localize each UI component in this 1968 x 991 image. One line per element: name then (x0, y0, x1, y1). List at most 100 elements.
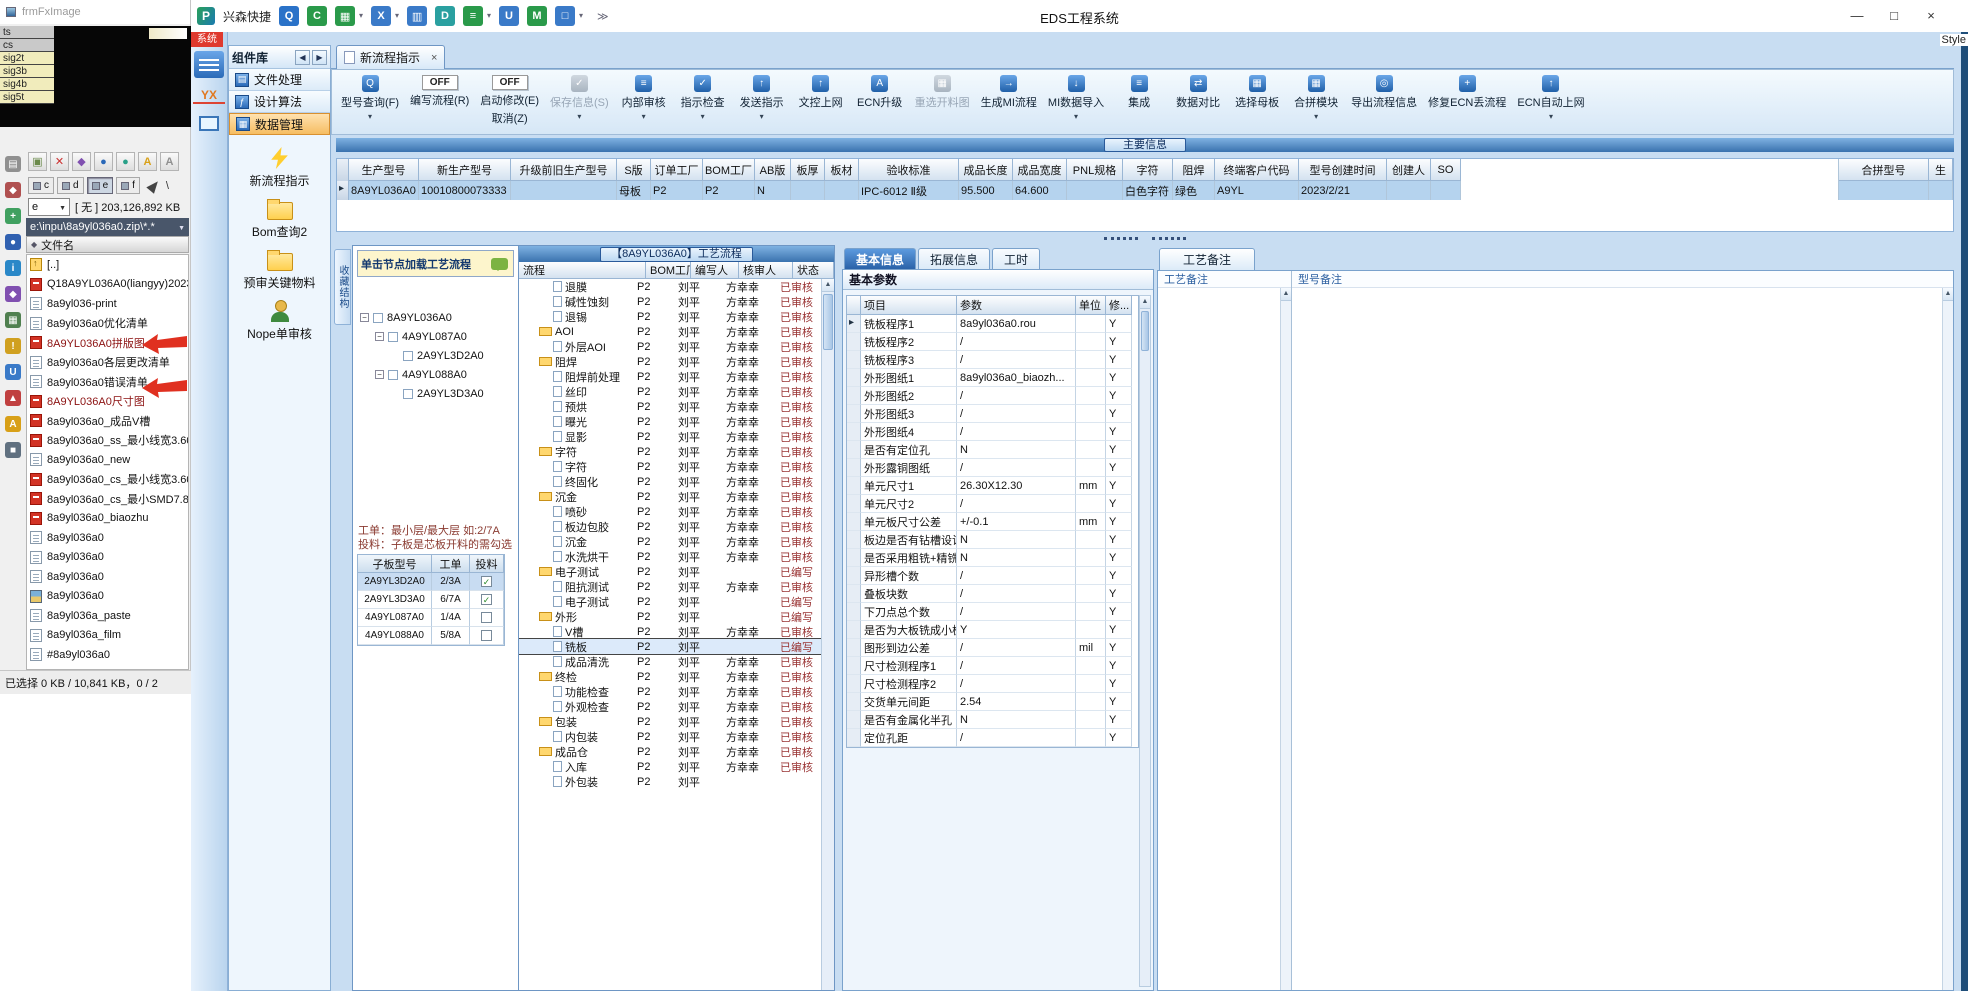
filename-column-header[interactable]: 文件名 (26, 236, 189, 253)
feed-checkbox[interactable] (481, 630, 492, 641)
file-row[interactable]: 8a9yl036a_paste (27, 606, 188, 626)
column-header[interactable]: PNL规格 (1067, 159, 1123, 181)
layer-item[interactable]: sig5t (0, 91, 54, 104)
flow-row[interactable]: 丝印 P2 刘平 方幸幸 已审核 (519, 384, 821, 399)
tab-new-flow-instruction[interactable]: 新流程指示 × (336, 45, 446, 69)
file-row[interactable]: 8a9yl036a0_biaozhu (27, 509, 188, 529)
flow-row[interactable]: 成品清洗 P2 刘平 方幸幸 已审核 (519, 654, 821, 669)
subboard-row[interactable]: 4A9YL087A0 1/4A (358, 609, 504, 627)
line-tool-icon[interactable]: \ (166, 180, 169, 192)
file-row[interactable]: [..] (27, 255, 188, 275)
sidebar-tool-item[interactable]: Nope单审核 (229, 300, 330, 342)
flow-row[interactable]: V槽 P2 刘平 方幸幸 已审核 (519, 624, 821, 639)
quick-toolbar-icon[interactable]: C (307, 6, 328, 26)
toolbar-icon[interactable]: ✕ (50, 152, 69, 171)
ribbon-button[interactable]: ≡ 集成 (1110, 73, 1168, 123)
sidebar-tool-item[interactable]: 新流程指示 (229, 147, 330, 189)
flow-row[interactable]: 电子测试 P2 刘平 已编写 (519, 594, 821, 609)
column-header[interactable]: 成品长度 (959, 159, 1013, 181)
chevron-down-icon[interactable] (760, 112, 764, 121)
parameter-row[interactable]: 是否有定位孔 N Y (847, 441, 1138, 459)
vertical-scrollbar[interactable]: ▲ (821, 279, 834, 990)
feed-checkbox[interactable] (481, 612, 492, 623)
chevron-down-icon[interactable] (642, 112, 646, 121)
tree-node[interactable]: 8A9YL036A0 (356, 308, 515, 327)
flow-row[interactable]: 外形 P2 刘平 已编写 (519, 609, 821, 624)
subboard-row[interactable]: 2A9YL3D2A0 2/3A (358, 573, 504, 591)
quick-toolbar-icon[interactable]: ≡ (463, 6, 491, 26)
toggle-off-switch[interactable]: OFF (491, 75, 528, 90)
layer-item[interactable]: sig3b (0, 65, 54, 78)
sidebar-group-item[interactable]: ▦ 数据管理 (229, 113, 330, 135)
flow-row[interactable]: 板边包胶 P2 刘平 方幸幸 已审核 (519, 519, 821, 534)
subboard-row[interactable]: 4A9YL088A0 5/8A (358, 627, 504, 645)
parameter-row[interactable]: 图形到边公差 / mil Y (847, 639, 1138, 657)
flow-row[interactable]: 入库 P2 刘平 方幸幸 已审核 (519, 759, 821, 774)
column-header[interactable]: 流程 (519, 262, 646, 279)
monitor-icon[interactable] (199, 116, 219, 131)
flow-row[interactable]: 显影 P2 刘平 方幸幸 已审核 (519, 429, 821, 444)
file-row[interactable]: Q18A9YL036A0(liangyy)2023... (27, 275, 188, 295)
layer-item[interactable]: cs (0, 39, 54, 52)
file-row[interactable]: #8a9yl036a0 (27, 645, 188, 665)
vertical-scrollbar[interactable]: ▲ (1139, 295, 1151, 987)
quick-toolbar-icon[interactable]: □ (555, 6, 583, 26)
parameter-row[interactable]: 单元尺寸2 / Y (847, 495, 1138, 513)
column-header[interactable]: 板厚 (791, 159, 825, 181)
column-header[interactable]: S版 (617, 159, 651, 181)
ribbon-button[interactable]: ▦ 合拼模块 (1287, 73, 1345, 123)
ribbon-button[interactable]: ✓ 保存信息(S) (545, 73, 614, 123)
file-row[interactable]: 8a9yl036-print (27, 294, 188, 314)
column-header[interactable]: 项目 (861, 296, 957, 315)
side-toolbar-icon[interactable]: ◆ (5, 182, 21, 198)
column-header[interactable]: 单位 (1076, 296, 1106, 315)
detail-tab[interactable]: 基本信息 (844, 248, 917, 269)
side-toolbar-icon[interactable]: A (5, 416, 21, 432)
parameter-row[interactable]: 铣板程序2 / Y (847, 333, 1138, 351)
flow-row[interactable]: 阻焊前处理 P2 刘平 方幸幸 已审核 (519, 369, 821, 384)
column-header[interactable]: 板材 (825, 159, 859, 181)
subboard-row[interactable]: 2A9YL3D3A0 6/7A (358, 591, 504, 609)
column-header[interactable]: 型号创建时间 (1299, 159, 1387, 181)
column-header[interactable]: 状态 (793, 262, 834, 279)
main-info-data-row[interactable]: 8A9YL036A0 10010800073333 母板 P2 P2 (337, 181, 1953, 200)
quick-toolbar-icon[interactable]: Q (279, 6, 300, 26)
ribbon-button[interactable]: ↑ ECN自动上网 (1512, 73, 1589, 123)
layer-button[interactable]: c (28, 177, 54, 194)
parameter-row[interactable]: 外形图纸1 8a9yl036a0_biaozh... Y (847, 369, 1138, 387)
scrollbar-thumb[interactable] (1141, 311, 1149, 351)
file-row[interactable]: 8a9yl036a0_cs_最小SMD7.87... (27, 489, 188, 509)
flow-row[interactable]: 退锡 P2 刘平 方幸幸 已审核 (519, 309, 821, 324)
flow-row[interactable]: 曝光 P2 刘平 方幸幸 已审核 (519, 414, 821, 429)
flow-row[interactable]: 预烘 P2 刘平 方幸幸 已审核 (519, 399, 821, 414)
flow-row[interactable]: 铣板 P2 刘平 已编写 (519, 638, 821, 655)
vertical-scrollbar[interactable]: ▲ (1942, 288, 1953, 990)
flow-row[interactable]: 字符 P2 刘平 方幸幸 已审核 (519, 444, 821, 459)
chevron-down-icon[interactable] (1314, 112, 1318, 121)
column-header[interactable]: 参数 (957, 296, 1076, 315)
ribbon-button[interactable]: ▦ 重选开料图 (910, 73, 975, 123)
tree-node[interactable]: 4A9YL088A0 (356, 365, 515, 384)
flow-row[interactable]: 阻抗测试 P2 刘平 方幸幸 已审核 (519, 579, 821, 594)
column-header[interactable]: AB版 (755, 159, 791, 181)
toolbar-overflow-icon[interactable]: ≫ (597, 10, 609, 23)
parameter-row[interactable]: 铣板程序1 8a9yl036a0.rou Y (847, 315, 1138, 333)
parameter-row[interactable]: 是否为大板铣成小板 Y Y (847, 621, 1138, 639)
column-header[interactable]: 子板型号 (358, 555, 432, 573)
flow-row[interactable]: 包装 P2 刘平 方幸幸 已审核 (519, 714, 821, 729)
ribbon-button[interactable]: ◎ 导出流程信息 (1346, 73, 1422, 123)
parameter-row[interactable]: 外形图纸2 / Y (847, 387, 1138, 405)
expander-icon[interactable] (375, 370, 384, 379)
ribbon-button[interactable]: ≡ 内部审核 (615, 73, 673, 123)
parameter-row[interactable]: 单元尺寸1 26.30X12.30 mm Y (847, 477, 1138, 495)
flow-row[interactable]: 内包装 P2 刘平 方幸幸 已审核 (519, 729, 821, 744)
quick-toolbar-icon[interactable]: D (435, 6, 456, 26)
chevron-down-icon[interactable] (368, 112, 372, 121)
side-toolbar-icon[interactable]: ! (5, 338, 21, 354)
tree-node[interactable]: 4A9YL087A0 (356, 327, 515, 346)
parameter-row[interactable]: 是否有金属化半孔 N Y (847, 711, 1138, 729)
layer-button[interactable]: e (86, 177, 114, 194)
column-header[interactable]: 生产型号 (349, 159, 419, 181)
flow-row[interactable]: 成品仓 P2 刘平 方幸幸 已审核 (519, 744, 821, 759)
quick-toolbar-icon[interactable]: M (527, 6, 548, 26)
